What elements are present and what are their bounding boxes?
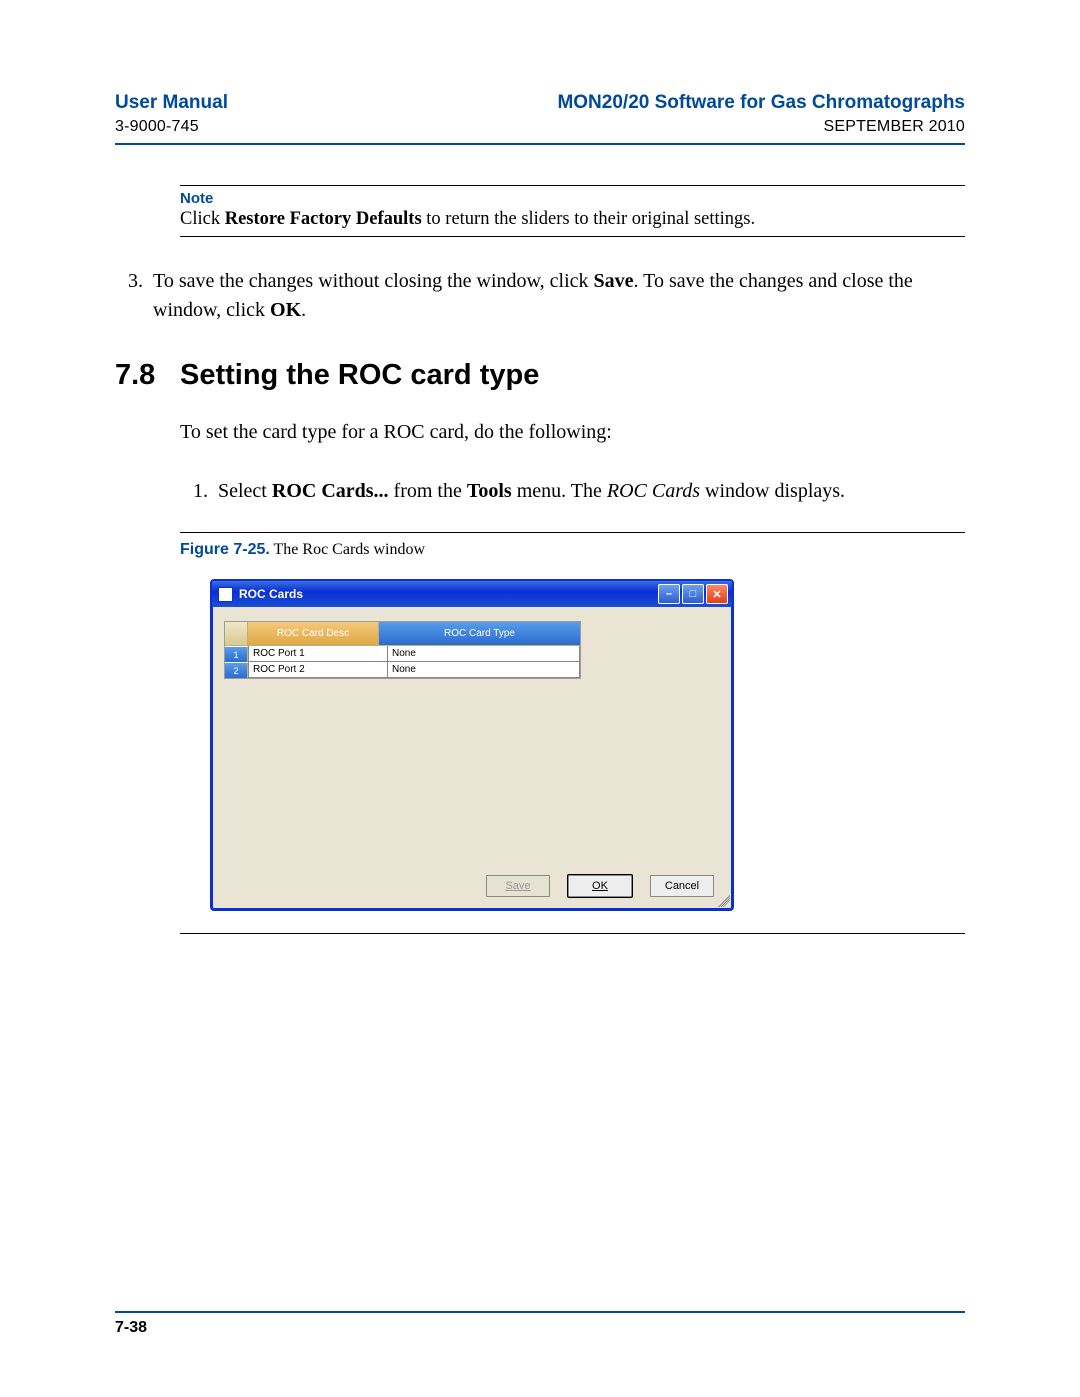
grid-empty-area bbox=[224, 679, 720, 869]
grid-corner[interactable] bbox=[225, 622, 248, 646]
note-block: Note Click Restore Factory Defaults to r… bbox=[180, 185, 965, 237]
window-title: ROC Cards bbox=[239, 587, 658, 601]
header-right-title: MON20/20 Software for Gas Chromatographs bbox=[557, 90, 965, 116]
page-header: User Manual 3-9000-745 MON20/20 Software… bbox=[115, 90, 965, 137]
column-header-type[interactable]: ROC Card Type bbox=[379, 622, 580, 646]
table-row[interactable]: 1 ROC Port 1 None bbox=[225, 646, 580, 662]
note-label: Note bbox=[180, 190, 965, 207]
column-header-desc[interactable]: ROC Card Desc bbox=[248, 622, 379, 646]
roc-grid[interactable]: ROC Card Desc ROC Card Type 1 ROC Port 1… bbox=[224, 621, 581, 679]
note-bottom-rule bbox=[180, 236, 965, 237]
note-text-post: to return the sliders to their original … bbox=[422, 209, 755, 229]
header-rule bbox=[115, 143, 965, 145]
figure-caption: Figure 7-25. The Roc Cards window bbox=[180, 541, 965, 559]
section-heading: 7.8 Setting the ROC card type bbox=[115, 359, 965, 392]
header-right-sub: SEPTEMBER 2010 bbox=[557, 116, 965, 138]
note-body: Click Restore Factory Defaults to return… bbox=[180, 209, 965, 230]
row-number: 1 bbox=[225, 646, 248, 662]
row-number: 2 bbox=[225, 662, 248, 678]
step-list-continued: 3. To save the changes without closing t… bbox=[115, 267, 965, 325]
minimize-button[interactable]: – bbox=[658, 584, 680, 604]
window-titlebar[interactable]: ROC Cards – □ ✕ bbox=[212, 581, 732, 607]
step-1-text: Select ROC Cards... from the Tools menu.… bbox=[218, 477, 965, 506]
header-left-sub: 3-9000-745 bbox=[115, 116, 228, 138]
step-1-number: 1. bbox=[180, 477, 208, 506]
figure-caption-text: The Roc Cards window bbox=[270, 541, 425, 558]
figure-label: Figure 7-25. bbox=[180, 541, 270, 558]
cancel-button[interactable]: Cancel bbox=[650, 875, 714, 897]
step-3: 3. To save the changes without closing t… bbox=[115, 267, 965, 325]
page-number: 7-38 bbox=[115, 1319, 965, 1337]
footer-rule bbox=[115, 1311, 965, 1313]
table-row[interactable]: 2 ROC Port 2 None bbox=[225, 662, 580, 678]
roc-cards-window: ROC Cards – □ ✕ ROC Card Desc ROC Card T… bbox=[210, 579, 734, 911]
cell-type[interactable]: None bbox=[388, 646, 580, 662]
figure-top-rule bbox=[180, 532, 965, 533]
step-3-number: 3. bbox=[115, 267, 143, 325]
close-button[interactable]: ✕ bbox=[706, 584, 728, 604]
note-top-rule bbox=[180, 185, 965, 186]
section-intro: To set the card type for a ROC card, do … bbox=[180, 418, 965, 447]
maximize-button[interactable]: □ bbox=[682, 584, 704, 604]
step-1: 1. Select ROC Cards... from the Tools me… bbox=[180, 477, 965, 506]
cell-type[interactable]: None bbox=[388, 662, 580, 678]
resize-grip-icon[interactable] bbox=[718, 895, 730, 907]
note-bold: Restore Factory Defaults bbox=[225, 209, 422, 229]
section-number: 7.8 bbox=[115, 359, 180, 392]
step-list: 1. Select ROC Cards... from the Tools me… bbox=[180, 477, 965, 506]
step-3-text: To save the changes without closing the … bbox=[153, 267, 965, 325]
save-button: Save bbox=[486, 875, 550, 897]
section-title: Setting the ROC card type bbox=[180, 359, 539, 392]
note-text-pre: Click bbox=[180, 209, 225, 229]
header-left-title: User Manual bbox=[115, 90, 228, 116]
figure-bottom-rule bbox=[180, 933, 965, 934]
ok-button[interactable]: OK bbox=[568, 875, 632, 897]
cell-desc[interactable]: ROC Port 2 bbox=[248, 662, 388, 678]
cell-desc[interactable]: ROC Port 1 bbox=[248, 646, 388, 662]
window-icon bbox=[218, 587, 233, 602]
